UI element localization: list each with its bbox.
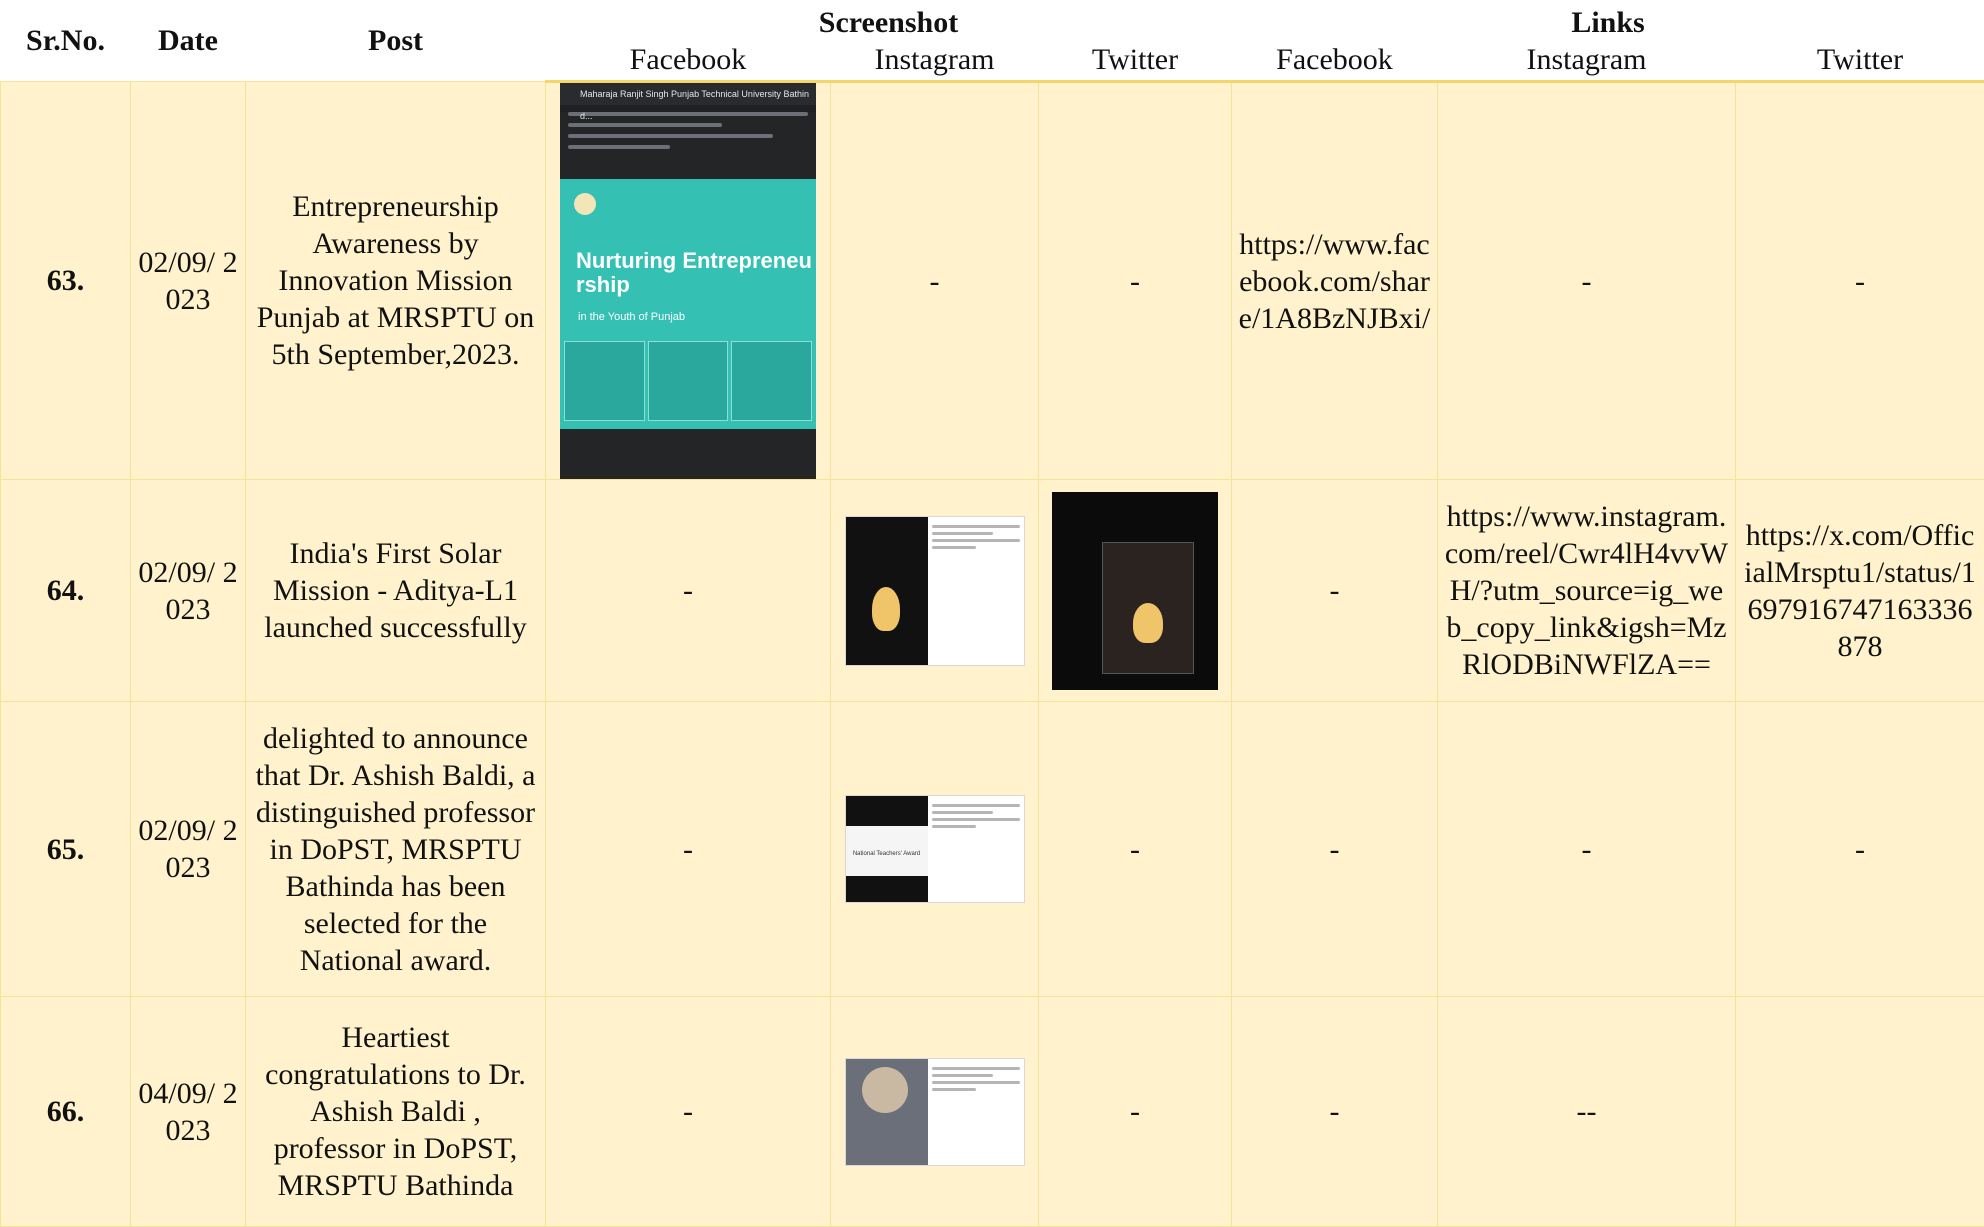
screenshot-twitter-header: Twitter [1039, 40, 1232, 82]
links-instagram-header: Instagram [1438, 40, 1736, 82]
instagram-photo-thumbnail [846, 1059, 928, 1165]
instagram-link-cell: - [1438, 82, 1736, 480]
facebook-link-cell: - [1232, 997, 1438, 1227]
facebook-poster-image: Nurturing Entrepreneurship in the Youth … [560, 179, 816, 429]
sr-no-cell: 63. [1, 82, 131, 480]
table-row: 65. 02/09/ 2023 delighted to announce th… [1, 702, 1984, 997]
sr-no-cell: 64. [1, 480, 131, 702]
date-header: Date [131, 0, 246, 82]
report-table-container: Sr.No. Date Post Screenshot Links Facebo… [0, 0, 1984, 1227]
facebook-screenshot-footer [560, 429, 816, 479]
table-row: 63. 02/09/ 2023 Entrepreneurship Awarene… [1, 82, 1984, 480]
instagram-post-screenshot: National Teachers' Award [845, 795, 1025, 903]
twitter-screenshot-cell [1039, 480, 1232, 702]
post-cell: Heartiest congratulations to Dr. Ashish … [246, 997, 546, 1227]
screenshot-header: Screenshot [546, 0, 1232, 40]
facebook-post-screenshot: Maharaja Ranjit Singh Punjab Technical U… [560, 83, 816, 479]
instagram-screenshot-cell [831, 997, 1039, 1227]
instagram-caption-area [928, 1059, 1024, 1165]
instagram-link-cell[interactable]: https://www.instagram.com/reel/Cwr4lH4vv… [1438, 480, 1736, 702]
post-cell: India's First Solar Mission - Aditya-L1 … [246, 480, 546, 702]
facebook-screenshot-cell: - [546, 997, 831, 1227]
date-cell: 02/09/ 2023 [131, 480, 246, 702]
post-header: Post [246, 0, 546, 82]
links-header: Links [1232, 0, 1984, 40]
twitter-link-cell: - [1736, 702, 1984, 997]
instagram-link-cell: - [1438, 702, 1736, 997]
poster-subtitle: in the Youth of Punjab [578, 299, 685, 336]
screenshot-facebook-header: Facebook [546, 40, 831, 82]
instagram-post-screenshot [845, 516, 1025, 666]
twitter-link-cell[interactable]: https://x.com/OfficialMrsptu1/status/169… [1736, 480, 1984, 702]
links-facebook-header: Facebook [1232, 40, 1438, 82]
instagram-link-cell: -- [1438, 997, 1736, 1227]
twitter-link-cell [1736, 997, 1984, 1227]
date-cell: 02/09/ 2023 [131, 702, 246, 997]
twitter-screenshot-cell: - [1039, 702, 1232, 997]
facebook-screenshot-titlebar: Maharaja Ranjit Singh Punjab Technical U… [560, 83, 816, 105]
post-cell: delighted to announce that Dr. Ashish Ba… [246, 702, 546, 997]
instagram-screenshot-cell: - [831, 82, 1039, 480]
instagram-award-thumbnail: National Teachers' Award [846, 796, 928, 902]
screenshot-instagram-header: Instagram [831, 40, 1039, 82]
instagram-screenshot-cell: National Teachers' Award [831, 702, 1039, 997]
instagram-video-thumbnail [846, 517, 928, 665]
facebook-link-cell[interactable]: https://www.facebook.com/share/1A8BzNJBx… [1232, 82, 1438, 480]
instagram-screenshot-cell [831, 480, 1039, 702]
instagram-post-screenshot [845, 1058, 1025, 1166]
instagram-caption-area [928, 796, 1024, 902]
sr-no-header: Sr.No. [1, 0, 131, 82]
table-row: 66. 04/09/ 2023 Heartiest congratulation… [1, 997, 1984, 1227]
date-cell: 04/09/ 2023 [131, 997, 246, 1227]
twitter-screenshot-cell: - [1039, 997, 1232, 1227]
facebook-screenshot-cell: - [546, 480, 831, 702]
poster-panels [564, 341, 812, 421]
poster-title: Nurturing Entrepreneurship [576, 249, 816, 297]
twitter-video-thumbnail [1102, 542, 1194, 674]
links-twitter-header: Twitter [1736, 40, 1984, 82]
table-row: 64. 02/09/ 2023 India's First Solar Miss… [1, 480, 1984, 702]
award-caption: National Teachers' Award [846, 836, 928, 873]
facebook-screenshot-cell: Maharaja Ranjit Singh Punjab Technical U… [546, 82, 831, 480]
social-media-report-table: Sr.No. Date Post Screenshot Links Facebo… [0, 0, 1984, 1227]
sr-no-cell: 65. [1, 702, 131, 997]
twitter-screenshot-cell: - [1039, 82, 1232, 480]
facebook-screenshot-cell: - [546, 702, 831, 997]
sr-no-cell: 66. [1, 997, 131, 1227]
twitter-link-cell: - [1736, 82, 1984, 480]
facebook-link-cell: - [1232, 702, 1438, 997]
instagram-caption-area [928, 517, 1024, 665]
twitter-post-screenshot [1052, 492, 1218, 690]
post-cell: Entrepreneurship Awareness by Innovation… [246, 82, 546, 480]
header-row-top: Sr.No. Date Post Screenshot Links [1, 0, 1984, 40]
date-cell: 02/09/ 2023 [131, 82, 246, 480]
facebook-screenshot-text [560, 112, 816, 182]
logo-icon [574, 193, 596, 215]
facebook-link-cell: - [1232, 480, 1438, 702]
